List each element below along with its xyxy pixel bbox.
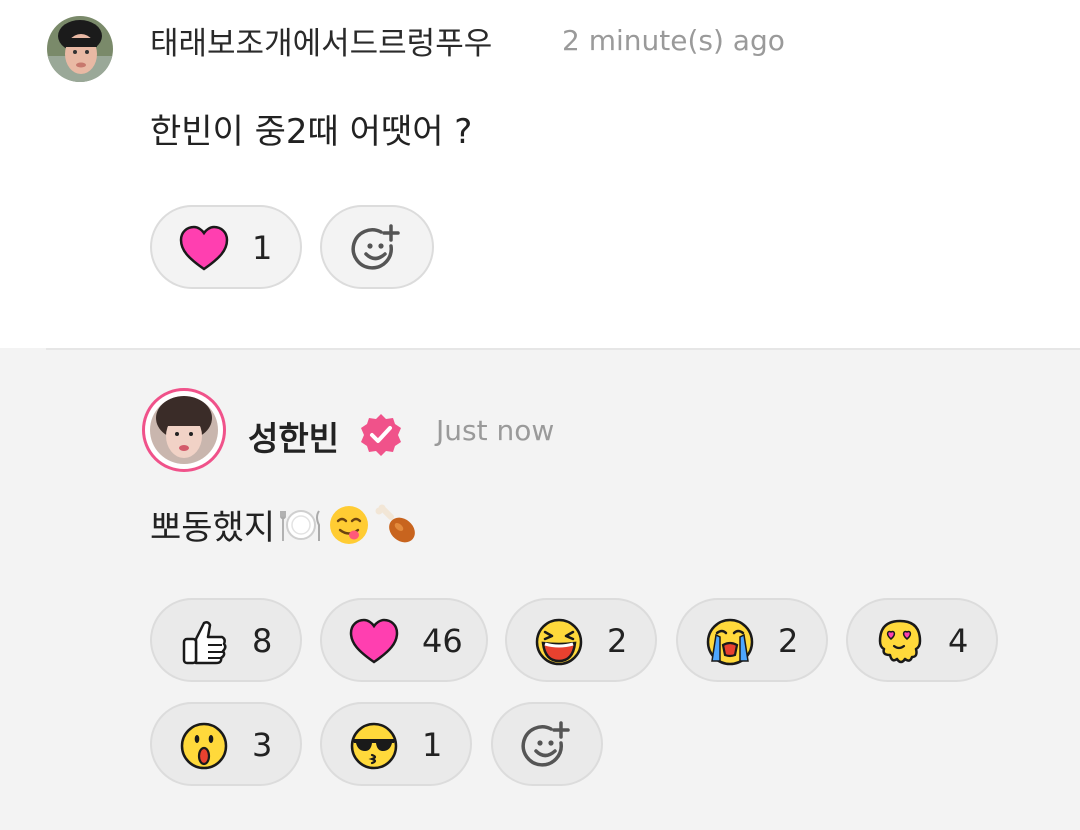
avatar[interactable] [47, 16, 113, 82]
drumstick-icon [375, 504, 415, 542]
avatar-photo [150, 396, 218, 464]
reaction-count: 2 [778, 622, 799, 660]
surprised-face-icon [180, 722, 228, 770]
author-name[interactable]: 태래보조개에서드르렁푸우 [150, 18, 492, 63]
heart-icon [179, 225, 229, 271]
reaction-button-laughing[interactable]: 2 [505, 598, 657, 682]
add-reaction-icon [521, 721, 570, 767]
reaction-count: 2 [607, 622, 628, 660]
reaction-button-heart[interactable]: 46 [320, 598, 488, 682]
heart-icon [349, 618, 399, 664]
comment-item: 태래보조개에서드르렁푸우 2 minute(s) ago 한빈이 중2때 어땟어… [0, 0, 1080, 348]
divider [46, 348, 1080, 350]
avatar-photo [47, 16, 113, 82]
reaction-count: 1 [422, 726, 443, 764]
reaction-button-crying[interactable]: 2 [676, 598, 828, 682]
plate-fork-icon [280, 509, 321, 541]
reply-text: 뽀동했지 [150, 500, 419, 549]
reply-item: 성한빈 Just now 뽀동했지 8 46 2 2 4 3 1 [0, 348, 1080, 830]
crying-face-icon [706, 618, 754, 666]
comment-text: 한빈이 중2때 어땟어 ? [150, 112, 473, 152]
yum-face-icon [330, 505, 369, 544]
thumbs-up-icon [182, 621, 227, 665]
reaction-count: 1 [252, 229, 273, 267]
reaction-button-heart-eyes[interactable]: 4 [846, 598, 998, 682]
reaction-button-thumbs-up[interactable]: 8 [150, 598, 302, 682]
verified-badge-icon [361, 414, 401, 456]
sunglasses-kiss-icon [350, 722, 398, 770]
reaction-count: 46 [422, 622, 463, 660]
reaction-button-surprised[interactable]: 3 [150, 702, 302, 786]
reaction-count: 8 [252, 622, 273, 660]
reaction-button-heart[interactable]: 1 [150, 205, 302, 289]
add-reaction-icon [351, 224, 400, 270]
heart-eyes-melting-icon [878, 619, 922, 664]
add-reaction-button[interactable] [491, 702, 603, 786]
reply-text-content: 뽀동했지 [150, 508, 276, 548]
reaction-count: 4 [948, 622, 969, 660]
reaction-count: 3 [252, 726, 273, 764]
laughing-face-icon [535, 618, 583, 666]
author-name[interactable]: 성한빈 [248, 412, 339, 460]
add-reaction-button[interactable] [320, 205, 434, 289]
timestamp: Just now [436, 414, 555, 447]
reaction-button-sunglasses[interactable]: 1 [320, 702, 472, 786]
timestamp: 2 minute(s) ago [562, 24, 785, 57]
avatar[interactable] [150, 396, 218, 464]
